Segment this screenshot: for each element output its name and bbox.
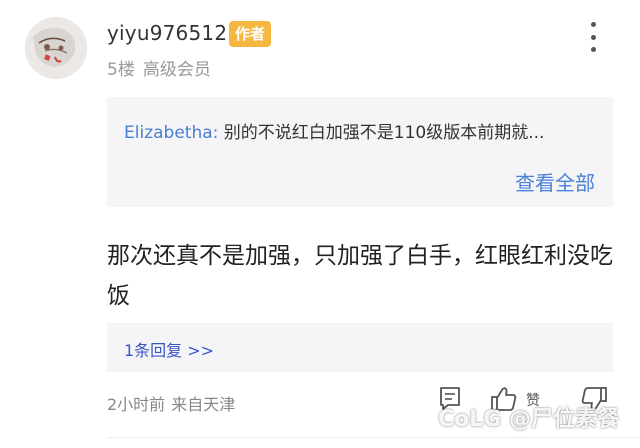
post-location: 来自天津 <box>171 395 236 414</box>
username[interactable]: yiyu976512 <box>107 21 227 45</box>
quoted-reply[interactable]: Elizabetha: 别的不说红白加强不是110级版本前期就... 查看全部 <box>107 97 613 207</box>
quote-author[interactable]: Elizabetha: <box>124 123 218 143</box>
watermark: CoLG @尸位素餐 <box>438 407 619 432</box>
divider <box>107 437 640 438</box>
more-options-button[interactable] <box>583 22 603 52</box>
view-all-link[interactable]: 查看全部 <box>515 167 595 196</box>
quote-text: 别的不说红白加强不是110级版本前期就... <box>223 123 545 143</box>
member-level: 高级会员 <box>142 60 211 80</box>
author-badge: 作者 <box>229 21 272 47</box>
avatar[interactable] <box>25 17 87 79</box>
post-time: 2小时前 <box>107 395 166 414</box>
view-replies-link[interactable]: 1条回复 >> <box>124 337 214 361</box>
post-content: 那次还真不是加强，只加强了白手，红眼红利没吃饭 <box>107 243 613 309</box>
floor-number: 5楼 <box>107 60 135 80</box>
post-meta: 5楼 高级会员 <box>107 55 211 80</box>
more-vertical-icon <box>590 22 596 27</box>
quote-line: Elizabetha: 别的不说红白加强不是110级版本前期就... <box>124 118 604 143</box>
post-footer-meta: 2小时前 来自天津 <box>107 391 235 415</box>
replies-box[interactable]: 1条回复 >> <box>107 323 613 372</box>
